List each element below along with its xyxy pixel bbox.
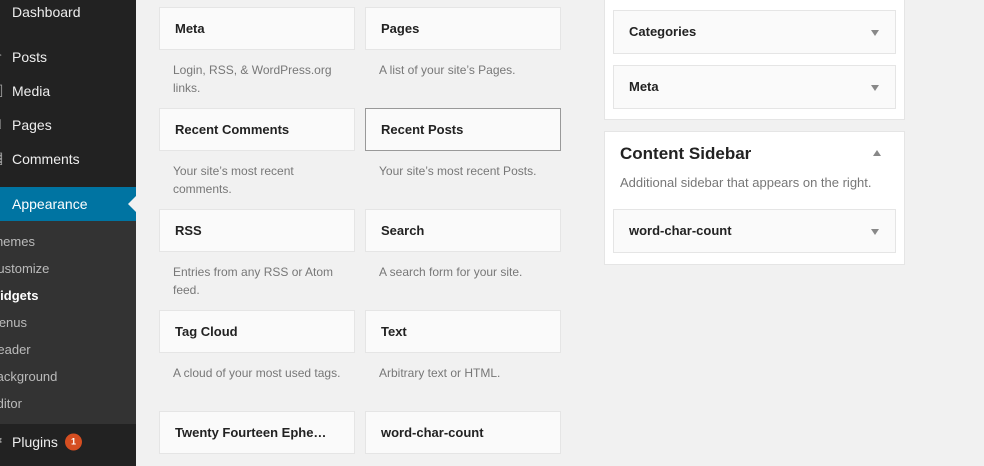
media-icon: ▣ [0,81,6,101]
menu-label-dashboard: Dashboard [12,4,81,20]
menu-item-dashboard[interactable]: ◕ Dashboard [0,0,136,29]
menu-label-appearance: Appearance [12,196,88,212]
submenu-item-themes[interactable]: Themes [0,228,136,255]
sidebar-widget-meta[interactable]: Meta [613,65,896,109]
plugins-icon: ⚙ [0,432,6,452]
dashboard-icon: ◕ [0,2,6,22]
chevron-down-icon[interactable] [871,85,879,91]
appearance-submenu: Themes Customize Widgets Menus Header Ba… [0,221,136,424]
submenu-item-menus[interactable]: Menus [0,309,136,336]
sidebar-widget-meta-title: Meta [629,79,659,94]
menu-item-appearance[interactable]: ✓ Appearance [0,187,136,221]
content-sidebar-description: Additional sidebar that appears on the r… [620,175,872,190]
chevron-down-icon[interactable] [871,229,879,235]
posts-icon: ✒ [0,47,6,67]
submenu-item-header[interactable]: Header [0,336,136,363]
widget-pages-description: A list of your site’s Pages. [379,63,516,77]
widget-tag-cloud[interactable]: Tag Cloud [159,310,355,353]
admin-menu: ◕ Dashboard ✒ Posts ▣ Media □ Pages ▩ Co… [0,0,136,466]
menu-label-plugins: Plugins [12,434,58,450]
menu-item-comments[interactable]: ▩ Comments [0,142,136,176]
widget-pages[interactable]: Pages [365,7,561,50]
widget-rss-description: Entries from any RSS or Atom feed. [173,265,334,297]
pages-icon: □ [0,115,6,135]
current-menu-arrow [128,196,136,212]
content-sidebar-title[interactable]: Content Sidebar [620,144,751,164]
submenu-item-widgets[interactable]: Widgets [0,282,136,309]
chevron-down-icon[interactable] [871,30,879,36]
menu-label-media: Media [12,83,51,99]
menu-item-pages[interactable]: □ Pages [0,108,136,142]
widget-twenty-fourteen-ephemera[interactable]: Twenty Fourteen Ephe… [159,411,355,454]
menu-item-media[interactable]: ▣ Media [0,74,136,108]
chevron-up-icon[interactable] [873,150,881,156]
submenu-item-background[interactable]: Background [0,363,136,390]
sidebar-widget-word-char-count[interactable]: word-char-count [613,209,896,253]
submenu-item-customize[interactable]: Customize [0,255,136,282]
widget-search-description: A search form for your site. [379,265,523,279]
menu-item-plugins[interactable]: ⚙ Plugins 1 [0,425,136,459]
widget-text[interactable]: Text [365,310,561,353]
menu-label-comments: Comments [12,151,80,167]
widget-meta[interactable]: Meta [159,7,355,50]
widget-search[interactable]: Search [365,209,561,252]
sidebar-widget-word-char-count-title: word-char-count [629,223,732,238]
sidebar-widget-categories[interactable]: Categories [613,10,896,54]
widget-recent-posts-description: Your site’s most recent Posts. [379,164,537,178]
submenu-item-editor[interactable]: Editor [0,390,136,417]
appearance-icon: ✓ [0,194,6,214]
menu-label-pages: Pages [12,117,52,133]
widget-tag-cloud-description: A cloud of your most used tags. [173,366,341,380]
widget-word-char-count[interactable]: word-char-count [365,411,561,454]
widget-recent-comments-description: Your site’s most recent comments. [173,164,294,196]
sidebar-widget-categories-title: Categories [629,24,697,39]
widget-recent-comments[interactable]: Recent Comments [159,108,355,151]
widget-meta-description: Login, RSS, & WordPress.org links. [173,63,332,95]
widget-recent-posts[interactable]: Recent Posts [365,108,561,151]
widget-text-description: Arbitrary text or HTML. [379,366,501,380]
comments-icon: ▩ [0,149,6,169]
widget-rss[interactable]: RSS [159,209,355,252]
menu-label-posts: Posts [12,49,48,65]
plugins-update-badge: 1 [65,433,82,451]
menu-item-posts[interactable]: ✒ Posts [0,40,136,74]
